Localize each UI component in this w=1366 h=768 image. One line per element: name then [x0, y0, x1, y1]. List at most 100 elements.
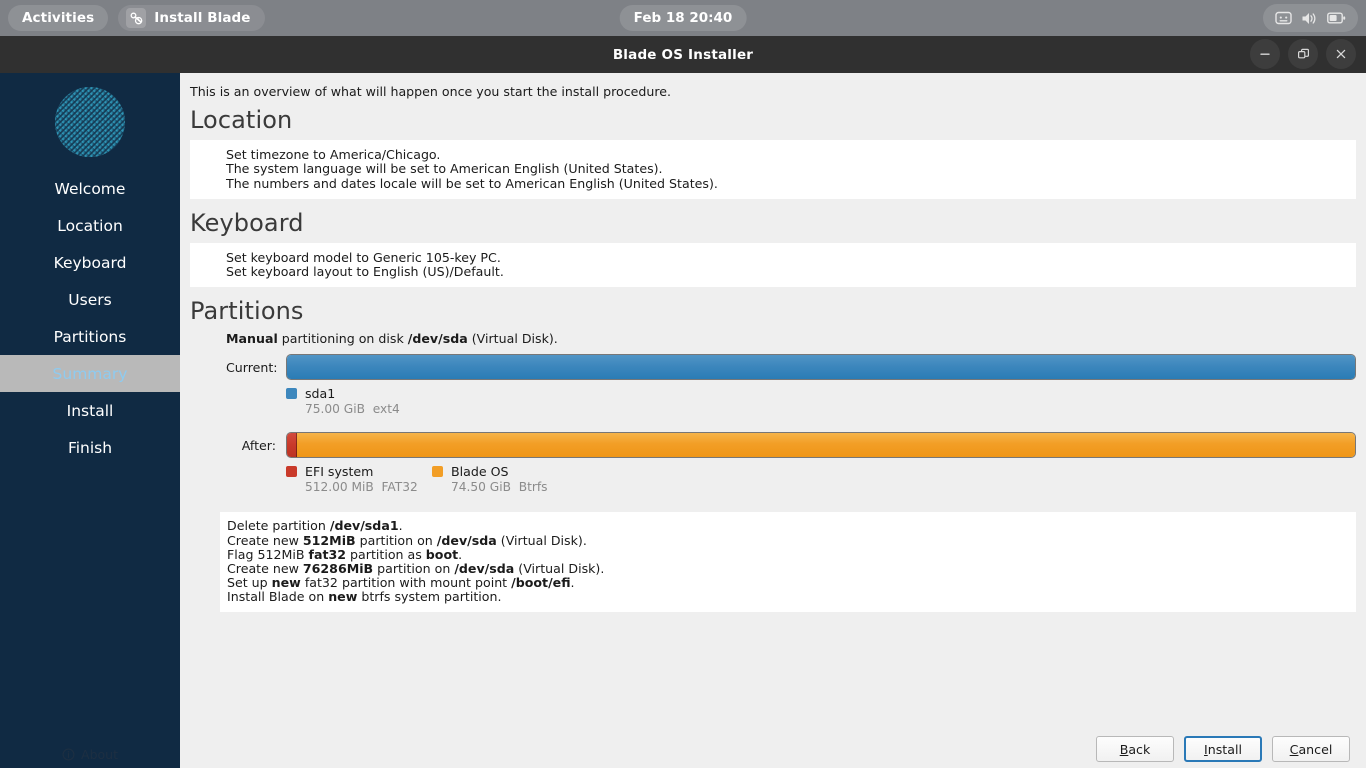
info-icon	[62, 748, 75, 761]
action-text: Flag 512MiB	[227, 546, 309, 562]
sidebar-item-keyboard[interactable]: Keyboard	[0, 244, 180, 281]
current-bar-row: Current:	[226, 354, 1356, 381]
action-text: (Virtual Disk).	[496, 532, 587, 548]
sidebar-item-summary[interactable]: Summary	[0, 355, 180, 392]
sidebar-item-label: Keyboard	[53, 253, 127, 272]
system-status-area[interactable]	[1263, 4, 1358, 32]
legend-item-efi-system: EFI system 512.00 MiB FAT32	[286, 464, 432, 494]
current-label: Current:	[226, 359, 278, 375]
back-button[interactable]: Back	[1096, 736, 1174, 762]
screencast-display-icon	[1275, 11, 1292, 26]
action-emphasis: 512MiB	[302, 532, 356, 548]
action-text: partition on	[355, 532, 437, 548]
clock[interactable]: Feb 18 20:40	[619, 5, 747, 31]
sidebar-item-label: Users	[68, 290, 112, 309]
legend-item-blade-os: Blade OS 74.50 GiB Btrfs	[432, 464, 548, 494]
installer-sidebar: Welcome Location Keyboard Users Partitio…	[0, 73, 180, 768]
action-text: Delete partition	[227, 518, 330, 534]
location-line: Set timezone to America/Chicago.	[226, 147, 441, 162]
partitions-block: Manual partitioning on disk /dev/sda (Vi…	[190, 331, 1356, 612]
legend-name: sda1	[305, 386, 336, 402]
action-text: .	[570, 575, 575, 591]
section-keyboard: Keyboard Set keyboard model to Generic 1…	[190, 209, 1356, 288]
action-emphasis: new	[271, 575, 301, 591]
cancel-button-label: ancel	[1298, 741, 1333, 757]
maximize-button[interactable]	[1288, 39, 1318, 69]
legend-size: 75.00 GiB	[305, 402, 365, 417]
partition-disk: /dev/sda	[407, 331, 468, 347]
legend-size: 512.00 MiB	[305, 480, 374, 495]
legend-name: Blade OS	[451, 464, 509, 480]
footer-button-bar: Back Install Cancel	[1096, 736, 1350, 762]
action-emphasis: /dev/sda	[436, 532, 497, 548]
partition-desc-mid: partitioning on disk	[277, 331, 408, 347]
action-emphasis: /dev/sda	[454, 561, 515, 577]
sidebar-nav: Welcome Location Keyboard Users Partitio…	[0, 170, 180, 466]
after-partition-bar[interactable]	[286, 432, 1356, 459]
bar-segment-sda1[interactable]	[287, 355, 1355, 380]
logo-wrapper	[0, 73, 180, 160]
keyboard-line: Set keyboard layout to English (US)/Defa…	[226, 264, 504, 280]
sidebar-item-users[interactable]: Users	[0, 281, 180, 318]
legend-swatch-icon	[286, 388, 297, 400]
legend-top: Blade OS	[432, 464, 548, 479]
cancel-button-mnemonic: C	[1289, 741, 1299, 757]
action-text: Install Blade on	[227, 589, 329, 605]
sidebar-item-partitions[interactable]: Partitions	[0, 318, 180, 355]
current-partition-bar[interactable]	[286, 354, 1356, 381]
sidebar-item-label: Welcome	[54, 179, 126, 198]
bar-segment-blade-os[interactable]	[296, 433, 1355, 458]
action-text: fat32 partition with mount point	[300, 575, 512, 591]
action-text: .	[398, 518, 403, 534]
sidebar-item-location[interactable]: Location	[0, 207, 180, 244]
minimize-button[interactable]	[1250, 39, 1280, 69]
action-line: Delete partition /dev/sda1.	[227, 519, 1356, 533]
sidebar-item-welcome[interactable]: Welcome	[0, 170, 180, 207]
action-emphasis: fat32	[308, 546, 347, 562]
sidebar-item-label: Summary	[52, 364, 128, 383]
keyboard-panel: Set keyboard model to Generic 105-key PC…	[190, 242, 1356, 288]
legend-fs: Btrfs	[518, 480, 548, 495]
legend-top: sda1	[286, 386, 400, 401]
legend-fs: FAT32	[381, 480, 418, 495]
action-text: Create new	[227, 532, 303, 548]
sidebar-item-finish[interactable]: Finish	[0, 429, 180, 466]
installer-window: Blade OS Installer Welcome Location Keyb…	[0, 36, 1366, 768]
back-button-mnemonic: B	[1119, 741, 1129, 757]
window-list-item-install-blade[interactable]: Install Blade	[118, 5, 265, 31]
legend-detail: 74.50 GiB Btrfs	[451, 480, 548, 494]
gnome-top-bar: Activities Install Blade Feb 18 20:40	[0, 0, 1366, 36]
installer-icon	[126, 8, 147, 28]
legend-top: EFI system	[286, 464, 432, 479]
sidebar-item-label: Install	[66, 401, 114, 420]
location-line: The numbers and dates locale will be set…	[226, 175, 718, 191]
install-button[interactable]: Install	[1184, 736, 1262, 762]
action-text: partition as	[346, 546, 426, 562]
sidebar-item-install[interactable]: Install	[0, 392, 180, 429]
action-text: Create new	[227, 561, 303, 577]
volume-speaker-icon	[1301, 11, 1318, 26]
section-title-keyboard: Keyboard	[190, 208, 304, 237]
action-text: partition on	[373, 561, 455, 577]
action-line: Set up new fat32 partition with mount po…	[227, 576, 1356, 590]
action-line: Create new 76286MiB partition on /dev/sd…	[227, 561, 1356, 577]
action-emphasis: new	[328, 589, 358, 605]
partition-actions-panel: Delete partition /dev/sda1. Create new 5…	[220, 512, 1356, 612]
summary-content: This is an overview of what will happen …	[180, 73, 1366, 768]
close-button[interactable]	[1326, 39, 1356, 69]
cancel-button[interactable]: Cancel	[1272, 736, 1350, 762]
activities-label: Activities	[22, 10, 95, 26]
action-line: Create new 512MiB partition on /dev/sda …	[227, 532, 1356, 548]
top-bar-clock-area[interactable]: Feb 18 20:40	[619, 5, 747, 31]
legend-size: 74.50 GiB	[451, 480, 511, 495]
legend-swatch-icon	[286, 466, 297, 478]
action-text: btrfs system partition.	[357, 589, 502, 605]
bar-segment-efi-system[interactable]	[287, 433, 297, 458]
about-link[interactable]: About	[0, 747, 180, 762]
after-bar-row: After:	[226, 432, 1356, 459]
sidebar-item-label: Partitions	[53, 327, 127, 346]
location-line: The system language will be set to Ameri…	[226, 161, 663, 177]
legend-swatch-icon	[432, 466, 443, 478]
location-panel: Set timezone to America/Chicago. The sys…	[190, 140, 1356, 199]
activities-button[interactable]: Activities	[8, 5, 109, 31]
